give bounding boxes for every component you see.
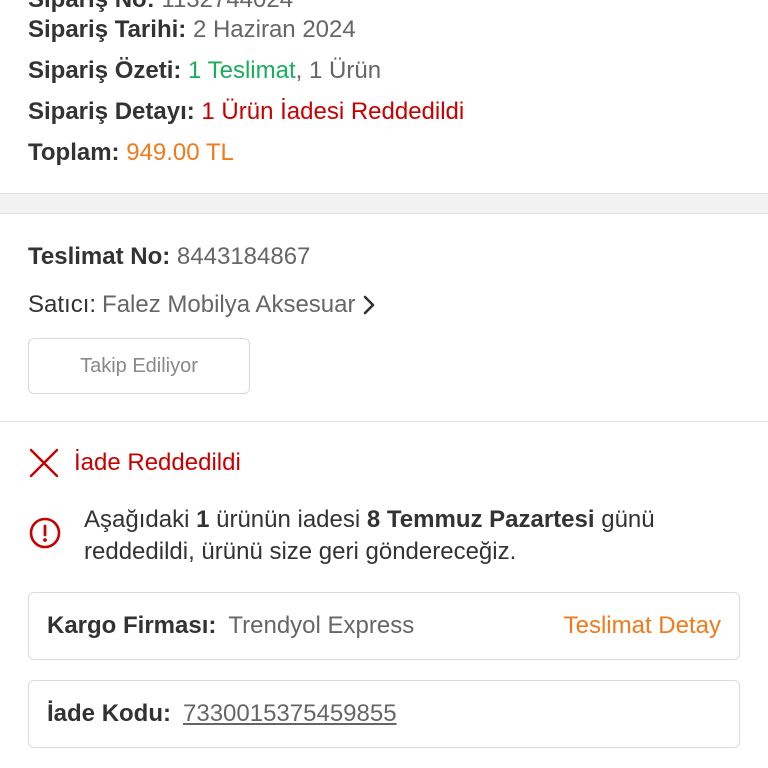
order-detail-value: 1 Ürün İadesi Reddedildi bbox=[201, 98, 465, 125]
order-detail-label: Sipariş Detayı: bbox=[28, 98, 195, 125]
order-summary-sep: , bbox=[295, 57, 303, 84]
delivery-no-value: 8443184867 bbox=[176, 243, 311, 270]
divider-line bbox=[0, 421, 768, 422]
order-summary-label: Sipariş Özeti: bbox=[28, 57, 182, 84]
seller-label: Satıcı: bbox=[28, 291, 97, 318]
order-summary-card: Sipariş No: 1132744024 Sipariş Tarihi: 2… bbox=[0, 0, 768, 194]
order-detail-row: Sipariş Detayı: 1 Ürün İadesi Reddedildi bbox=[28, 98, 464, 126]
order-summary-delivery: 1 Teslimat bbox=[188, 57, 296, 84]
info-count: 1 bbox=[196, 506, 210, 533]
order-no-value: 1132744024 bbox=[161, 0, 293, 13]
order-total-value: 949.00 TL bbox=[126, 139, 234, 166]
cargo-box: Kargo Firması: Trendyol Express Teslimat… bbox=[28, 592, 740, 660]
order-no-row: Sipariş No: 1132744024 bbox=[28, 0, 293, 14]
return-code-label: İade Kodu: bbox=[47, 700, 171, 727]
order-total-row: Toplam: 949.00 TL bbox=[28, 139, 234, 167]
return-info-message: Aşağıdaki 1 ürünün iadesi 8 Temmuz Pazar… bbox=[28, 504, 748, 568]
seller-link[interactable]: Satıcı: Falez Mobilya Aksesuar bbox=[28, 291, 377, 319]
order-no-label: Sipariş No: bbox=[28, 0, 155, 13]
chevron-right-icon bbox=[364, 295, 375, 315]
return-code-box: İade Kodu: 7330015375459855 bbox=[28, 680, 740, 748]
return-code-value[interactable]: 7330015375459855 bbox=[183, 700, 397, 728]
delivery-no-row: Teslimat No: 8443184867 bbox=[28, 243, 310, 271]
return-info-text: Aşağıdaki 1 ürünün iadesi 8 Temmuz Pazar… bbox=[84, 504, 748, 568]
cargo-value: Trendyol Express bbox=[228, 612, 415, 639]
return-status-header: İade Reddedildi bbox=[28, 446, 241, 480]
seller-name: Falez Mobilya Aksesuar bbox=[102, 291, 356, 318]
cargo-label: Kargo Firması: bbox=[47, 612, 217, 639]
return-status-text: İade Reddedildi bbox=[74, 449, 241, 476]
info-circle-icon bbox=[29, 517, 61, 549]
order-total-label: Toplam: bbox=[28, 139, 120, 166]
order-date-row: Sipariş Tarihi: 2 Haziran 2024 bbox=[28, 16, 356, 44]
delivery-detail-link[interactable]: Teslimat Detay bbox=[564, 612, 721, 640]
tracking-button[interactable]: Takip Ediliyor bbox=[28, 338, 250, 394]
section-divider bbox=[0, 194, 768, 214]
delivery-no-label: Teslimat No: bbox=[28, 243, 171, 270]
order-summary-items: 1 Ürün bbox=[309, 57, 382, 84]
close-x-icon bbox=[29, 448, 59, 478]
order-summary-row: Sipariş Özeti: 1 Teslimat, 1 Ürün bbox=[28, 57, 381, 85]
info-date: 8 Temmuz Pazartesi bbox=[366, 506, 595, 533]
info-text-part: Aşağıdaki bbox=[84, 506, 197, 533]
order-date-label: Sipariş Tarihi: bbox=[28, 16, 187, 43]
order-date-value: 2 Haziran 2024 bbox=[192, 16, 356, 43]
info-text-part: ürünün iadesi bbox=[209, 506, 367, 533]
